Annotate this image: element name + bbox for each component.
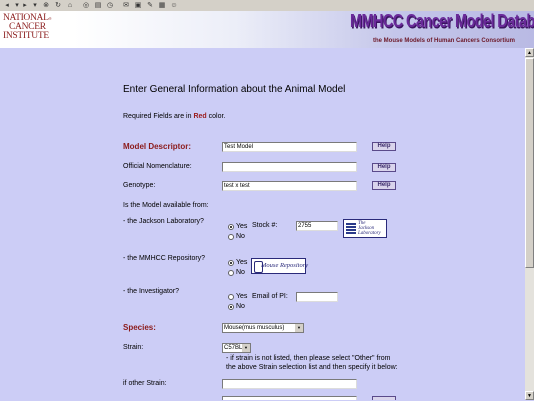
jackson-yes-label: Yes: [236, 223, 248, 230]
nci-logo[interactable]: NATIONAL® CANCER INSTITUTE: [3, 13, 73, 41]
strain-note-line2: the above Strain selection list and then…: [226, 364, 398, 371]
investigator-label: - the Investigator?: [123, 288, 180, 295]
investigator-yes-label: Yes: [236, 293, 248, 300]
required-note: Required Fields are in Red color.: [123, 113, 225, 120]
forward-dropdown-icon[interactable]: ▾: [31, 2, 39, 9]
jackson-logo-mark: [346, 223, 356, 235]
strain-label: Strain:: [123, 344, 144, 351]
jackson-laboratory-logo[interactable]: The Jackson Laboratory: [343, 219, 387, 238]
messenger-icon[interactable]: ☺: [170, 2, 178, 9]
jackson-yes-radio[interactable]: [228, 224, 234, 230]
mmhcc-no-label: No: [236, 269, 245, 276]
database-subtitle: the Mouse Models of Human Cancers Consor…: [373, 38, 516, 44]
required-note-prefix: Required Fields are in: [123, 113, 194, 120]
vertical-scrollbar[interactable]: ▲ ▼: [525, 48, 534, 400]
print-icon[interactable]: ▣: [134, 2, 142, 9]
mmhcc-yes-label: Yes: [236, 259, 248, 266]
species-label: Species:: [123, 323, 156, 332]
investigator-yes-radio[interactable]: [228, 294, 234, 300]
genotype-input[interactable]: test x test: [222, 181, 357, 191]
other-strain-label: if other Strain:: [123, 380, 167, 387]
jackson-no-radio[interactable]: [228, 234, 234, 240]
nci-logo-line3: INSTITUTE: [3, 31, 49, 41]
refresh-icon[interactable]: ↻: [54, 2, 62, 9]
scroll-up-icon[interactable]: ▲: [525, 48, 534, 57]
model-descriptor-input[interactable]: Test Model: [222, 142, 357, 152]
chevron-down-icon: ▼: [295, 324, 303, 332]
mmhcc-no-radio[interactable]: [228, 270, 234, 276]
strain-note-line1: - if strain is not listed, then please s…: [226, 355, 391, 362]
availability-question: Is the Model available from:: [123, 202, 209, 209]
page-heading: Enter General Information about the Anim…: [123, 84, 346, 95]
mouse-repository-logo-text: Mouse Repository: [261, 262, 309, 269]
search-icon[interactable]: ◎: [82, 2, 90, 9]
favorites-icon[interactable]: ▤: [94, 2, 102, 9]
stock-number-label: Stock #:: [252, 222, 278, 229]
stop-icon[interactable]: ⊗: [42, 2, 50, 9]
mmhcc-yes-radio[interactable]: [228, 260, 234, 266]
home-icon[interactable]: ⌂: [66, 2, 74, 9]
jackson-logo-line3: Laboratory: [358, 231, 381, 236]
official-nomenclature-label: Official Nomenclature:: [123, 163, 192, 170]
mmhcc-repository-label: - the MMHCC Repository?: [123, 255, 206, 262]
database-title: MMHCC Cancer Model Database: [350, 12, 534, 32]
forward-icon[interactable]: ▸: [21, 2, 29, 9]
discuss-icon[interactable]: ▦: [158, 2, 166, 9]
jackson-no-label: No: [236, 233, 245, 240]
edit-icon[interactable]: ✎: [146, 2, 154, 9]
model-descriptor-label: Model Descriptor:: [123, 142, 192, 151]
model-descriptor-help-button[interactable]: Help: [372, 142, 396, 151]
chevron-down-icon: ▼: [242, 344, 250, 352]
scroll-down-icon[interactable]: ▼: [525, 391, 534, 400]
required-note-suffix: color.: [206, 113, 226, 120]
history-icon[interactable]: ◷: [106, 2, 114, 9]
strain-select[interactable]: C57BL/6 ▼: [222, 343, 251, 353]
scrollbar-thumb[interactable]: [525, 58, 534, 268]
mouse-repository-logo[interactable]: Mouse Repository: [251, 258, 309, 274]
back-dropdown-icon[interactable]: ▾: [13, 2, 21, 9]
back-icon[interactable]: ◂: [3, 2, 11, 9]
genotype-label: Genotype:: [123, 182, 156, 189]
investigator-no-label: No: [236, 303, 245, 310]
other-strain-input[interactable]: [222, 379, 357, 389]
required-note-red: Red: [193, 113, 207, 120]
genotype-help-button[interactable]: Help: [372, 181, 396, 190]
pi-email-label: Email of PI:: [252, 293, 288, 300]
next-field-help-button[interactable]: [372, 396, 396, 400]
next-field-input[interactable]: [222, 396, 357, 400]
official-nomenclature-input[interactable]: [222, 162, 357, 172]
investigator-no-radio[interactable]: [228, 304, 234, 310]
official-nomenclature-help-button[interactable]: Help: [372, 163, 396, 172]
nci-logo-registered: ®: [48, 16, 52, 21]
species-select[interactable]: Mouse(mus musculus) ▼: [222, 323, 304, 333]
jackson-label: - the Jackson Laboratory?: [123, 218, 204, 225]
species-select-value: Mouse(mus musculus): [224, 325, 285, 331]
mail-icon[interactable]: ✉: [122, 2, 130, 9]
pi-email-input[interactable]: [296, 292, 338, 302]
stock-number-input[interactable]: 2755: [296, 221, 338, 231]
